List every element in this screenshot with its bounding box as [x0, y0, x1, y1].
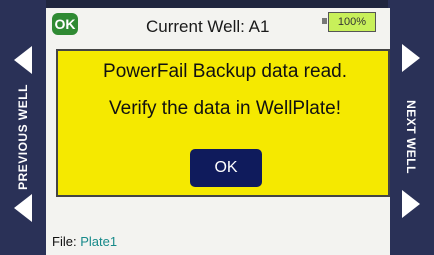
status-badge: OK — [52, 13, 78, 35]
previous-well-button-bottom[interactable] — [4, 180, 42, 236]
page-title: Current Well: A1 — [146, 17, 270, 36]
alert-dialog: PowerFail Backup data read. Verify the d… — [56, 49, 390, 197]
file-name: Plate1 — [80, 234, 118, 249]
status-header: OK Current Well: A1 100% — [46, 8, 390, 42]
next-well-label: NEXT WELL — [404, 100, 419, 174]
previous-well-button-top[interactable] — [4, 32, 42, 88]
battery-indicator: 100% — [328, 12, 376, 32]
left-arrow-icon — [14, 194, 32, 222]
previous-well-label: PREVIOUS WELL — [16, 84, 30, 190]
left-arrow-icon — [14, 46, 32, 74]
ok-button[interactable]: OK — [190, 149, 262, 187]
dialog-message-line2: Verify the data in WellPlate! — [109, 98, 341, 119]
right-arrow-icon — [402, 190, 420, 218]
previous-well-panel[interactable]: PREVIOUS WELL — [0, 0, 46, 255]
right-arrow-icon — [402, 44, 420, 72]
battery-tip — [322, 18, 327, 24]
file-label: File: — [52, 234, 77, 249]
dialog-message-line1: PowerFail Backup data read. — [103, 61, 347, 82]
next-well-panel[interactable]: NEXT WELL — [388, 0, 434, 255]
next-well-button-top[interactable] — [392, 30, 430, 86]
next-well-button-bottom[interactable] — [392, 176, 430, 232]
device-screen: OK Current Well: A1 100% PowerFail Backu… — [46, 8, 390, 255]
file-footer: File: Plate1 — [52, 234, 117, 249]
